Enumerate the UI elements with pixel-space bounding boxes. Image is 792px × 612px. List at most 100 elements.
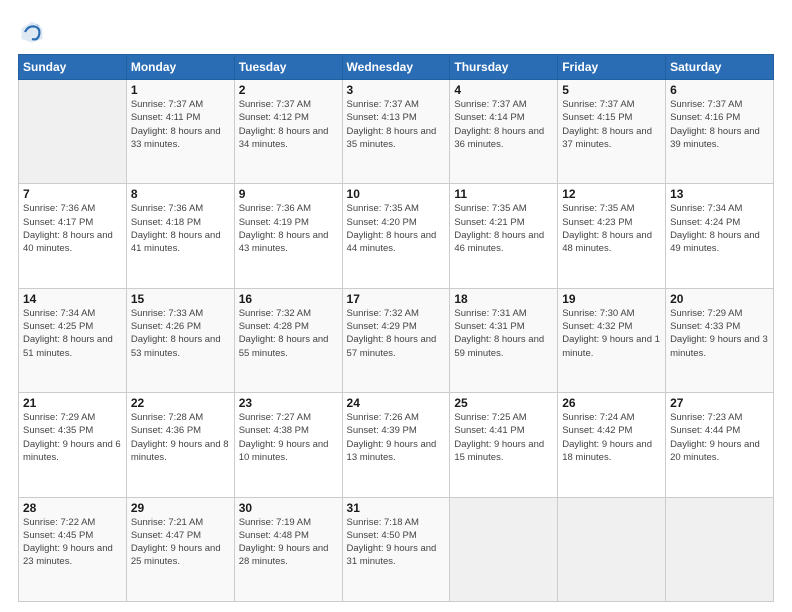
- weekday-header-thursday: Thursday: [450, 55, 558, 80]
- day-number: 31: [347, 501, 446, 515]
- day-info: Sunrise: 7:37 AMSunset: 4:13 PMDaylight:…: [347, 98, 446, 151]
- day-info: Sunrise: 7:35 AMSunset: 4:21 PMDaylight:…: [454, 202, 553, 255]
- day-info: Sunrise: 7:26 AMSunset: 4:39 PMDaylight:…: [347, 411, 446, 464]
- calendar-cell-4-2: 22Sunrise: 7:28 AMSunset: 4:36 PMDayligh…: [126, 393, 234, 497]
- day-number: 19: [562, 292, 661, 306]
- weekday-header-friday: Friday: [558, 55, 666, 80]
- day-info: Sunrise: 7:31 AMSunset: 4:31 PMDaylight:…: [454, 307, 553, 360]
- day-info: Sunrise: 7:37 AMSunset: 4:12 PMDaylight:…: [239, 98, 338, 151]
- calendar-cell-5-5: [450, 497, 558, 601]
- calendar-week-row-3: 14Sunrise: 7:34 AMSunset: 4:25 PMDayligh…: [19, 288, 774, 392]
- day-info: Sunrise: 7:27 AMSunset: 4:38 PMDaylight:…: [239, 411, 338, 464]
- day-number: 18: [454, 292, 553, 306]
- day-number: 22: [131, 396, 230, 410]
- calendar-cell-1-1: [19, 80, 127, 184]
- weekday-header-sunday: Sunday: [19, 55, 127, 80]
- calendar-cell-2-5: 11Sunrise: 7:35 AMSunset: 4:21 PMDayligh…: [450, 184, 558, 288]
- calendar-cell-5-4: 31Sunrise: 7:18 AMSunset: 4:50 PMDayligh…: [342, 497, 450, 601]
- day-number: 10: [347, 187, 446, 201]
- day-info: Sunrise: 7:37 AMSunset: 4:15 PMDaylight:…: [562, 98, 661, 151]
- logo-icon: [18, 18, 46, 46]
- day-info: Sunrise: 7:30 AMSunset: 4:32 PMDaylight:…: [562, 307, 661, 360]
- calendar-cell-1-4: 3Sunrise: 7:37 AMSunset: 4:13 PMDaylight…: [342, 80, 450, 184]
- calendar-cell-4-4: 24Sunrise: 7:26 AMSunset: 4:39 PMDayligh…: [342, 393, 450, 497]
- day-info: Sunrise: 7:34 AMSunset: 4:25 PMDaylight:…: [23, 307, 122, 360]
- calendar-cell-1-3: 2Sunrise: 7:37 AMSunset: 4:12 PMDaylight…: [234, 80, 342, 184]
- day-info: Sunrise: 7:22 AMSunset: 4:45 PMDaylight:…: [23, 516, 122, 569]
- day-number: 16: [239, 292, 338, 306]
- day-number: 6: [670, 83, 769, 97]
- calendar-table: SundayMondayTuesdayWednesdayThursdayFrid…: [18, 54, 774, 602]
- day-info: Sunrise: 7:24 AMSunset: 4:42 PMDaylight:…: [562, 411, 661, 464]
- day-info: Sunrise: 7:32 AMSunset: 4:28 PMDaylight:…: [239, 307, 338, 360]
- weekday-header-saturday: Saturday: [666, 55, 774, 80]
- day-number: 13: [670, 187, 769, 201]
- calendar-cell-1-7: 6Sunrise: 7:37 AMSunset: 4:16 PMDaylight…: [666, 80, 774, 184]
- calendar-week-row-2: 7Sunrise: 7:36 AMSunset: 4:17 PMDaylight…: [19, 184, 774, 288]
- day-info: Sunrise: 7:36 AMSunset: 4:19 PMDaylight:…: [239, 202, 338, 255]
- day-number: 14: [23, 292, 122, 306]
- calendar-cell-2-1: 7Sunrise: 7:36 AMSunset: 4:17 PMDaylight…: [19, 184, 127, 288]
- day-number: 17: [347, 292, 446, 306]
- day-info: Sunrise: 7:37 AMSunset: 4:11 PMDaylight:…: [131, 98, 230, 151]
- day-info: Sunrise: 7:37 AMSunset: 4:16 PMDaylight:…: [670, 98, 769, 151]
- calendar-week-row-5: 28Sunrise: 7:22 AMSunset: 4:45 PMDayligh…: [19, 497, 774, 601]
- day-number: 7: [23, 187, 122, 201]
- day-info: Sunrise: 7:36 AMSunset: 4:18 PMDaylight:…: [131, 202, 230, 255]
- calendar-cell-4-5: 25Sunrise: 7:25 AMSunset: 4:41 PMDayligh…: [450, 393, 558, 497]
- day-info: Sunrise: 7:28 AMSunset: 4:36 PMDaylight:…: [131, 411, 230, 464]
- day-number: 29: [131, 501, 230, 515]
- day-number: 28: [23, 501, 122, 515]
- calendar-week-row-4: 21Sunrise: 7:29 AMSunset: 4:35 PMDayligh…: [19, 393, 774, 497]
- calendar-cell-5-3: 30Sunrise: 7:19 AMSunset: 4:48 PMDayligh…: [234, 497, 342, 601]
- day-info: Sunrise: 7:25 AMSunset: 4:41 PMDaylight:…: [454, 411, 553, 464]
- day-number: 24: [347, 396, 446, 410]
- calendar-cell-1-6: 5Sunrise: 7:37 AMSunset: 4:15 PMDaylight…: [558, 80, 666, 184]
- day-number: 20: [670, 292, 769, 306]
- day-number: 2: [239, 83, 338, 97]
- calendar-cell-2-4: 10Sunrise: 7:35 AMSunset: 4:20 PMDayligh…: [342, 184, 450, 288]
- day-info: Sunrise: 7:33 AMSunset: 4:26 PMDaylight:…: [131, 307, 230, 360]
- day-info: Sunrise: 7:37 AMSunset: 4:14 PMDaylight:…: [454, 98, 553, 151]
- day-number: 30: [239, 501, 338, 515]
- calendar-cell-3-6: 19Sunrise: 7:30 AMSunset: 4:32 PMDayligh…: [558, 288, 666, 392]
- day-info: Sunrise: 7:23 AMSunset: 4:44 PMDaylight:…: [670, 411, 769, 464]
- calendar-cell-3-4: 17Sunrise: 7:32 AMSunset: 4:29 PMDayligh…: [342, 288, 450, 392]
- day-number: 4: [454, 83, 553, 97]
- day-number: 12: [562, 187, 661, 201]
- weekday-header-monday: Monday: [126, 55, 234, 80]
- calendar-cell-3-7: 20Sunrise: 7:29 AMSunset: 4:33 PMDayligh…: [666, 288, 774, 392]
- calendar-cell-4-7: 27Sunrise: 7:23 AMSunset: 4:44 PMDayligh…: [666, 393, 774, 497]
- calendar-cell-2-3: 9Sunrise: 7:36 AMSunset: 4:19 PMDaylight…: [234, 184, 342, 288]
- day-number: 15: [131, 292, 230, 306]
- day-info: Sunrise: 7:32 AMSunset: 4:29 PMDaylight:…: [347, 307, 446, 360]
- calendar-cell-1-2: 1Sunrise: 7:37 AMSunset: 4:11 PMDaylight…: [126, 80, 234, 184]
- day-number: 3: [347, 83, 446, 97]
- weekday-header-row: SundayMondayTuesdayWednesdayThursdayFrid…: [19, 55, 774, 80]
- day-number: 8: [131, 187, 230, 201]
- calendar-cell-3-1: 14Sunrise: 7:34 AMSunset: 4:25 PMDayligh…: [19, 288, 127, 392]
- calendar-cell-3-5: 18Sunrise: 7:31 AMSunset: 4:31 PMDayligh…: [450, 288, 558, 392]
- day-info: Sunrise: 7:35 AMSunset: 4:20 PMDaylight:…: [347, 202, 446, 255]
- calendar-cell-3-3: 16Sunrise: 7:32 AMSunset: 4:28 PMDayligh…: [234, 288, 342, 392]
- weekday-header-wednesday: Wednesday: [342, 55, 450, 80]
- page: SundayMondayTuesdayWednesdayThursdayFrid…: [0, 0, 792, 612]
- calendar-cell-4-3: 23Sunrise: 7:27 AMSunset: 4:38 PMDayligh…: [234, 393, 342, 497]
- calendar-cell-4-6: 26Sunrise: 7:24 AMSunset: 4:42 PMDayligh…: [558, 393, 666, 497]
- day-number: 5: [562, 83, 661, 97]
- day-info: Sunrise: 7:29 AMSunset: 4:33 PMDaylight:…: [670, 307, 769, 360]
- calendar-week-row-1: 1Sunrise: 7:37 AMSunset: 4:11 PMDaylight…: [19, 80, 774, 184]
- day-number: 1: [131, 83, 230, 97]
- day-info: Sunrise: 7:18 AMSunset: 4:50 PMDaylight:…: [347, 516, 446, 569]
- calendar-cell-5-7: [666, 497, 774, 601]
- day-info: Sunrise: 7:35 AMSunset: 4:23 PMDaylight:…: [562, 202, 661, 255]
- calendar-cell-2-7: 13Sunrise: 7:34 AMSunset: 4:24 PMDayligh…: [666, 184, 774, 288]
- day-number: 9: [239, 187, 338, 201]
- calendar-cell-3-2: 15Sunrise: 7:33 AMSunset: 4:26 PMDayligh…: [126, 288, 234, 392]
- weekday-header-tuesday: Tuesday: [234, 55, 342, 80]
- logo: [18, 18, 50, 46]
- day-number: 21: [23, 396, 122, 410]
- day-number: 11: [454, 187, 553, 201]
- day-number: 26: [562, 396, 661, 410]
- calendar-cell-5-6: [558, 497, 666, 601]
